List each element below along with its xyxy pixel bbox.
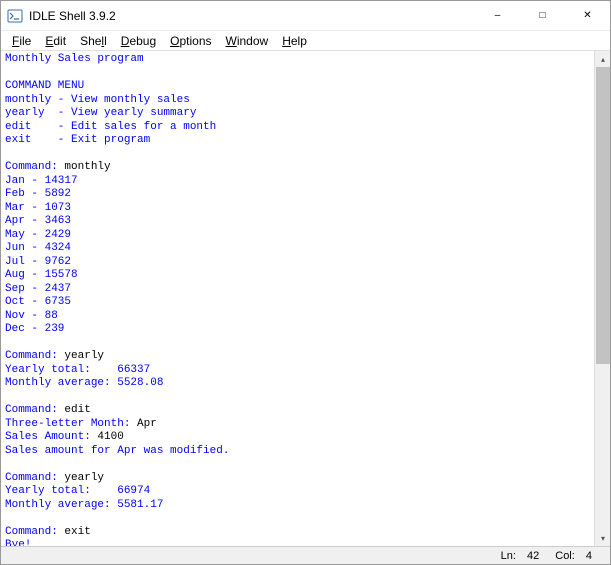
vertical-scrollbar[interactable]: ▴ ▾ — [594, 51, 610, 546]
shell-output[interactable]: Monthly Sales program COMMAND MENU month… — [1, 51, 594, 546]
menu-options[interactable]: Options — [163, 33, 218, 49]
scroll-down-icon[interactable]: ▾ — [595, 530, 611, 546]
menu-window[interactable]: Window — [219, 33, 276, 49]
menu-edit[interactable]: Edit — [38, 33, 73, 49]
menu-shell[interactable]: Shell — [73, 33, 114, 49]
status-line: Ln: 42 — [493, 550, 540, 562]
minimize-button[interactable]: – — [475, 1, 520, 30]
scroll-thumb[interactable] — [596, 67, 610, 364]
menubar: File Edit Shell Debug Options Window Hel… — [1, 31, 610, 51]
menu-help[interactable]: Help — [275, 33, 314, 49]
maximize-button[interactable]: □ — [520, 1, 565, 30]
idle-icon — [7, 8, 23, 24]
menu-file[interactable]: File — [5, 33, 38, 49]
close-button[interactable]: ✕ — [565, 1, 610, 30]
menu-debug[interactable]: Debug — [114, 33, 163, 49]
statusbar: Ln: 42 Col: 4 — [1, 546, 610, 564]
window-title: IDLE Shell 3.9.2 — [29, 9, 475, 23]
window-titlebar: IDLE Shell 3.9.2 – □ ✕ — [1, 1, 610, 31]
window-controls: – □ ✕ — [475, 1, 610, 30]
scroll-up-icon[interactable]: ▴ — [595, 51, 611, 67]
status-col: Col: 4 — [547, 550, 592, 562]
